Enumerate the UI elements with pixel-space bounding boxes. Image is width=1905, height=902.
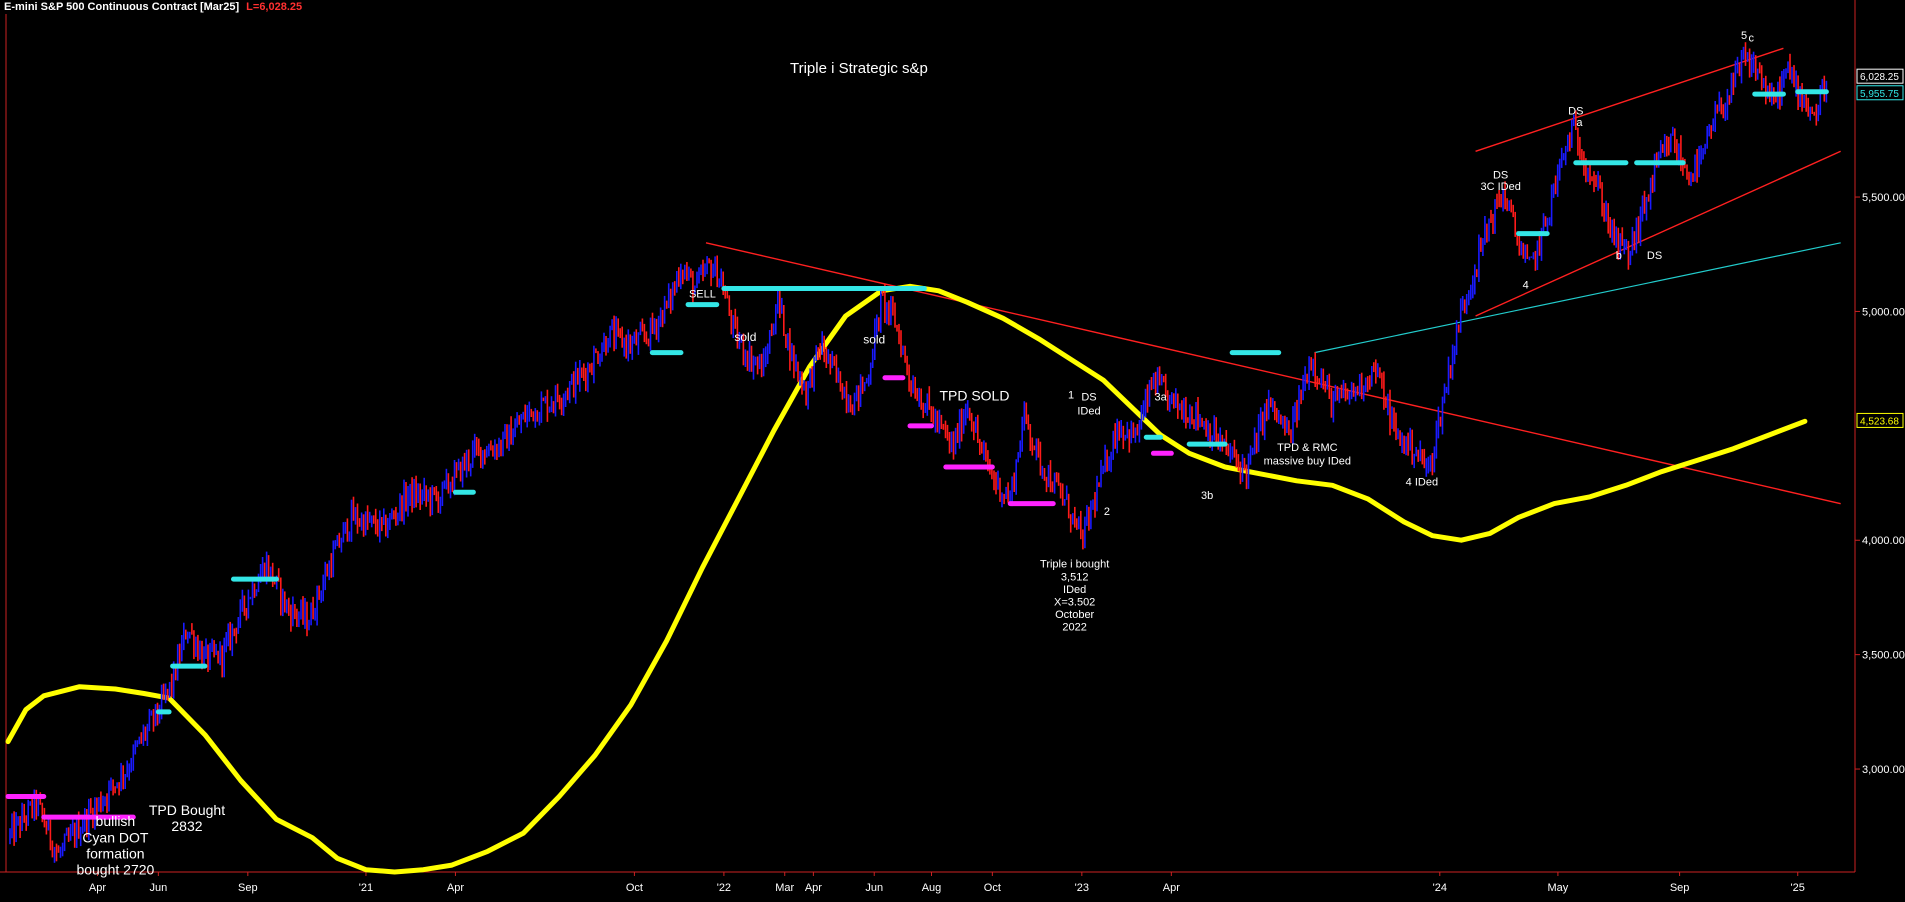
annotation-label: IDed	[1077, 405, 1100, 417]
annotation-label: October	[1055, 609, 1094, 621]
y-tick-label: 4,000.00	[1862, 535, 1905, 547]
x-tick-label: '25	[1791, 882, 1805, 894]
x-tick-label: May	[1548, 882, 1569, 894]
x-tick-label: Apr	[447, 882, 464, 894]
x-tick-label: Mar	[775, 882, 794, 894]
price-tag-label: 6,028.25	[1860, 72, 1899, 83]
x-tick-label: Aug	[922, 882, 942, 894]
last-price: L=6,028.25	[246, 1, 303, 13]
annotation-label: b	[1616, 250, 1622, 262]
x-tick-label: Jun	[865, 882, 883, 894]
annotation-label: 3a	[1154, 392, 1167, 404]
annotation-label: 4 IDed	[1406, 476, 1438, 488]
y-tick-label: 3,500.00	[1862, 650, 1905, 662]
annotation-label: 2022	[1062, 622, 1086, 634]
annotation-label: IDed	[1063, 584, 1086, 596]
y-tick-label: 3,000.00	[1862, 764, 1905, 776]
annotation-label: bullish	[96, 813, 136, 829]
annotation-label: massive buy IDed	[1264, 456, 1351, 468]
chart-title: Triple i Strategic s&p	[790, 60, 928, 77]
x-tick-label: Oct	[626, 882, 643, 894]
instrument-title: E-mini S&P 500 Continuous Contract [Mar2…	[4, 1, 302, 13]
annotation-label: TPD SOLD	[939, 388, 1009, 404]
annotation-label: a	[1576, 117, 1583, 129]
annotation-label: 3C IDed	[1480, 181, 1520, 193]
annotation-label: DS	[1081, 392, 1096, 404]
annotation-label: 3b	[1201, 490, 1213, 502]
annotation-label: DS	[1493, 170, 1508, 182]
annotation-label: c	[1748, 32, 1754, 44]
annotation-label: SELL	[689, 289, 716, 301]
chart-background	[0, 0, 1905, 897]
annotation-label: TPD & RMC	[1277, 442, 1338, 454]
y-tick-label: 5,000.00	[1862, 306, 1905, 318]
x-tick-label: Oct	[984, 882, 1001, 894]
y-tick-label: 5,500.00	[1862, 192, 1905, 204]
annotation-label: X=3.502	[1054, 596, 1095, 608]
x-tick-label: Sep	[1670, 882, 1690, 894]
price-tag-label: 5,955.75	[1860, 89, 1899, 100]
annotation-label: formation	[86, 845, 144, 861]
annotation-label: DS	[1568, 106, 1583, 118]
annotation-label: bought 2720	[76, 861, 154, 877]
x-tick-label: '22	[717, 882, 731, 894]
annotation-label: 5	[1741, 30, 1747, 42]
annotation-label: Triple i bought	[1040, 559, 1109, 571]
annotation-label: Cyan DOT	[82, 829, 149, 845]
annotation-label: 1	[1068, 389, 1074, 401]
x-tick-label: Apr	[89, 882, 106, 894]
x-tick-label: Jun	[149, 882, 167, 894]
x-tick-label: Sep	[238, 882, 258, 894]
annotation-label: TPD Bought	[149, 802, 225, 818]
x-tick-label: Apr	[805, 882, 822, 894]
instrument-name: E-mini S&P 500 Continuous Contract [Mar2…	[4, 1, 240, 13]
chart: Apr Jun Sep '21 Apr Oct '22 Mar Apr Jun Aug Oct '23 A…	[0, 0, 1905, 897]
chart-svg: Apr Jun Sep '21 Apr Oct '22 Mar Apr Jun Aug Oct '23 A…	[0, 0, 1905, 897]
annotation-label: DS	[1647, 250, 1662, 262]
annotation-label: sold	[734, 330, 756, 344]
x-tick-label: Apr	[1163, 882, 1180, 894]
annotation-label: 3,512	[1061, 571, 1089, 583]
annotation-label: sold	[863, 332, 885, 346]
annotation-label: 4	[1523, 280, 1529, 292]
x-tick-label: '23	[1075, 882, 1089, 894]
annotation-label: 2832	[171, 818, 202, 834]
price-tag-label: 4,523.68	[1860, 416, 1899, 427]
x-tick-label: '21	[359, 882, 373, 894]
x-tick-label: '24	[1433, 882, 1447, 894]
annotation-label: 2	[1104, 506, 1110, 518]
